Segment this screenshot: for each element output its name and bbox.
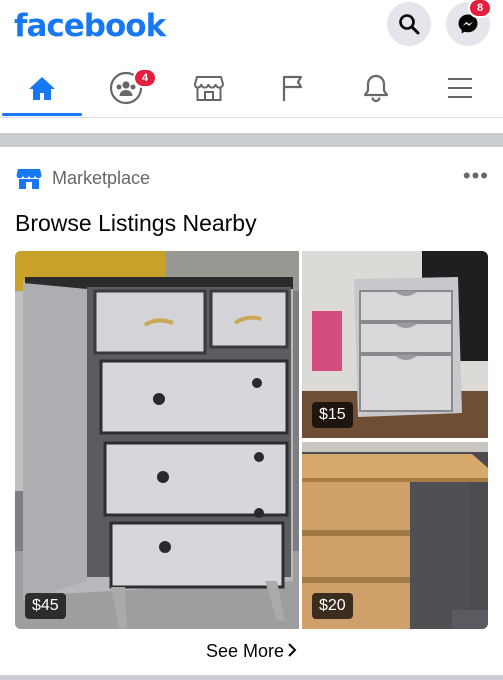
- chevron-right-icon: [288, 643, 297, 657]
- messenger-button[interactable]: 8: [446, 0, 492, 46]
- more-options-icon[interactable]: •••: [463, 165, 489, 187]
- tab-groups[interactable]: 4: [86, 60, 166, 116]
- messenger-badge: 8: [468, 0, 492, 18]
- listing-dresser[interactable]: $45: [15, 251, 299, 629]
- home-icon: [29, 77, 55, 100]
- tab-marketplace[interactable]: [169, 60, 249, 116]
- tab-pages[interactable]: [253, 60, 333, 116]
- menu-icon: [448, 78, 472, 98]
- notifications-bell-icon: [363, 74, 389, 103]
- main-navigation: 4: [0, 60, 503, 118]
- tab-notifications[interactable]: [336, 60, 416, 116]
- pages-flag-icon: [282, 75, 303, 101]
- tab-menu[interactable]: [420, 60, 500, 116]
- groups-badge: 4: [133, 68, 157, 88]
- marketplace-icon: [193, 76, 225, 101]
- see-more-button[interactable]: See More: [0, 641, 503, 662]
- tab-home[interactable]: [2, 60, 82, 116]
- marketplace-label: Marketplace: [52, 167, 151, 188]
- listing-tv-stand[interactable]: $20: [302, 442, 488, 629]
- see-more-label: See More: [205, 641, 285, 661]
- section-title: Browse Listings Nearby: [15, 210, 257, 236]
- marketplace-header[interactable]: Marketplace: [16, 165, 150, 191]
- marketplace-card: Marketplace ••• Browse Listings Nearby $…: [0, 147, 503, 680]
- listing-filing-cabinet[interactable]: $15: [302, 251, 488, 438]
- dresser-photo: [15, 251, 299, 629]
- search-icon: [399, 14, 420, 35]
- feed-separator-bottom: [0, 675, 503, 680]
- top-bar: facebook 8: [0, 0, 503, 56]
- search-button[interactable]: [387, 2, 431, 46]
- facebook-logo[interactable]: facebook: [14, 4, 166, 48]
- listing-price: $20: [312, 593, 353, 619]
- feed-separator: [0, 133, 503, 147]
- listing-price: $15: [312, 402, 353, 428]
- marketplace-shop-icon: [16, 169, 42, 189]
- listing-price: $45: [25, 593, 66, 619]
- nav-divider: [0, 117, 503, 118]
